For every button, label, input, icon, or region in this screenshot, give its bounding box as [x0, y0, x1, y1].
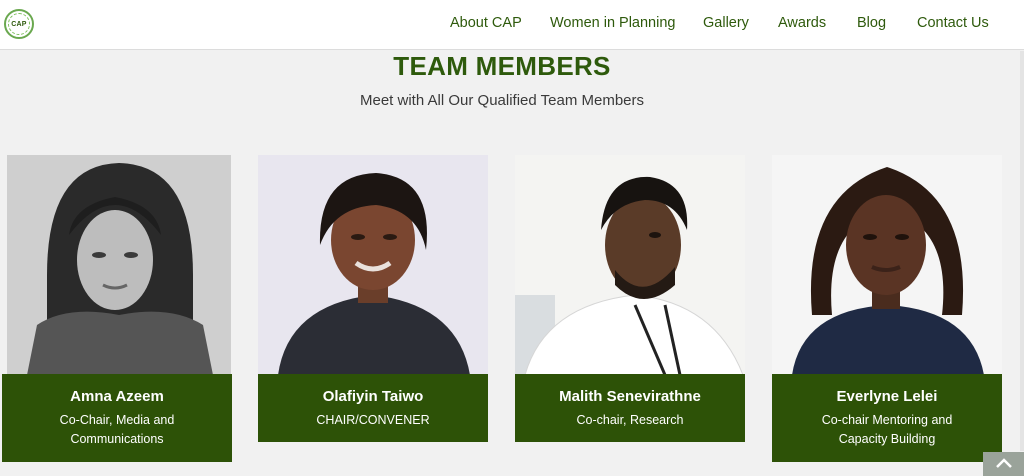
member-card: Olafiyin Taiwo CHAIR/CONVENER: [258, 374, 488, 442]
nav-link-about-cap[interactable]: About CAP: [450, 15, 522, 31]
member-role: Co-Chair, Media and Communications: [59, 413, 175, 446]
site-header: CAP About CAP Women in Planning Gallery …: [0, 0, 1024, 50]
member-role: Co-chair, Research: [576, 413, 684, 427]
page-scrollbar[interactable]: [1020, 51, 1024, 451]
member-name: Malith Senevirathne: [559, 388, 701, 405]
member-portrait-image: [7, 155, 231, 375]
logo-text: CAP: [11, 20, 27, 28]
nav-link-awards[interactable]: Awards: [778, 15, 826, 31]
member-photo: [515, 155, 745, 375]
member-portrait-image: [772, 155, 1002, 375]
member-portrait-image: [515, 155, 745, 375]
nav-link-contact-us[interactable]: Contact Us: [917, 15, 989, 31]
nav-link-gallery[interactable]: Gallery: [703, 15, 749, 31]
member-name: Everlyne Lelei: [836, 388, 938, 405]
member-photo: [258, 155, 488, 375]
nav-link-women-in-planning[interactable]: Women in Planning: [550, 15, 675, 31]
member-role: Co-chair Mentoring and Capacity Building: [821, 413, 953, 446]
member-name: Amna Azeem: [70, 388, 164, 405]
cap-logo[interactable]: CAP: [4, 9, 34, 39]
logo-emblem: CAP: [8, 13, 30, 35]
member-card: Malith Senevirathne Co-chair, Research: [515, 374, 745, 442]
section-title: TEAM MEMBERS: [393, 51, 611, 81]
section-subtitle: Meet with All Our Qualified Team Members: [360, 92, 644, 109]
member-role: CHAIR/CONVENER: [316, 413, 430, 427]
scroll-to-top-button[interactable]: [983, 452, 1024, 476]
member-card: Everlyne Lelei Co-chair Mentoring and Ca…: [772, 374, 1002, 462]
member-photo: [772, 155, 1002, 375]
chevron-up-icon: [995, 458, 1012, 468]
nav-link-blog[interactable]: Blog: [857, 15, 886, 31]
member-photo: [7, 155, 231, 375]
member-portrait-image: [258, 155, 488, 375]
member-name: Olafiyin Taiwo: [322, 388, 424, 405]
member-card: Amna Azeem Co-Chair, Media and Communica…: [2, 374, 232, 462]
